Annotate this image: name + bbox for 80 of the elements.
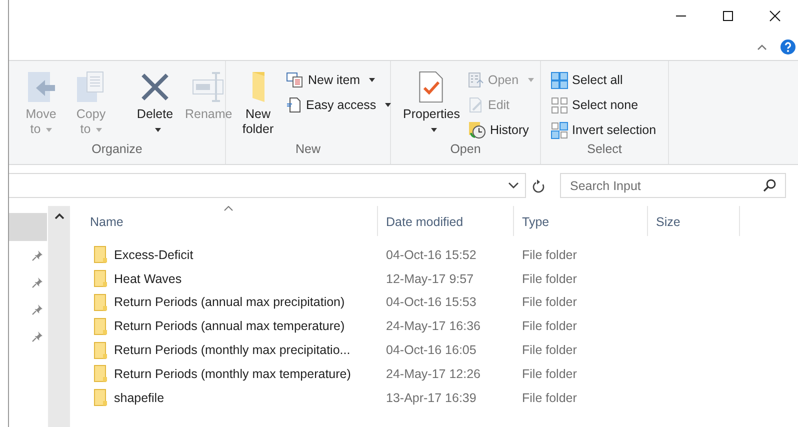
properties-check-icon <box>417 71 446 103</box>
group-label: Organize <box>90 142 144 158</box>
type-text: File folder <box>522 272 577 286</box>
file-name[interactable]: Return Periods (monthly max temperature) <box>114 366 351 381</box>
edit-page-icon <box>468 97 484 113</box>
ribbon-button[interactable]: Delete <box>133 69 177 139</box>
folder-icon <box>252 71 264 103</box>
folder-icon <box>94 389 108 406</box>
ribbon-button[interactable]: Easy access <box>286 94 392 116</box>
type-text: File folder <box>522 343 577 358</box>
ribbon-button[interactable]: Select none <box>551 94 656 116</box>
maximize-icon[interactable] <box>722 10 734 22</box>
caret-icon <box>369 78 376 82</box>
column-header[interactable]: Name <box>70 206 378 236</box>
caret-icon <box>385 103 392 107</box>
folder-icon <box>94 318 108 335</box>
file-name[interactable]: Heat Waves <box>114 272 182 286</box>
invert-grid-icon <box>551 122 568 138</box>
ribbon-button[interactable]: Invert selection <box>551 119 656 141</box>
folder-icon <box>94 294 108 311</box>
ribbon-button[interactable]: New item <box>286 69 392 91</box>
open-list-icon <box>468 72 484 88</box>
group-label: New <box>294 142 322 158</box>
file-name[interactable]: Return Periods (annual max precipitation) <box>114 295 345 310</box>
column-header[interactable]: Date modified <box>378 206 514 236</box>
folder-icon <box>94 246 108 264</box>
folder-icon <box>94 270 108 288</box>
date-text: 24-May-17 16:36 <box>386 319 481 334</box>
date-text: 04-Oct-16 15:53 <box>386 295 476 310</box>
file-name[interactable]: Return Periods (monthly max precipitatio... <box>114 343 350 358</box>
folder-icon <box>94 365 108 382</box>
column-header[interactable]: Type <box>514 206 648 236</box>
date-text: 04-Oct-16 15:52 <box>386 248 476 262</box>
type-text: File folder <box>522 366 577 381</box>
chevron-down-icon[interactable] <box>508 182 519 189</box>
caret-icon <box>528 78 534 82</box>
grid-icon <box>551 72 568 88</box>
refresh-icon[interactable] <box>532 178 544 192</box>
search-field[interactable]: Search Input <box>560 173 786 198</box>
pin-icon[interactable] <box>32 304 43 315</box>
help-icon[interactable] <box>780 39 796 55</box>
page-icon <box>286 97 302 113</box>
group-label: Select <box>586 142 623 158</box>
file-name[interactable]: shapefile <box>114 390 164 405</box>
scrollbar[interactable] <box>47 206 70 427</box>
move-arrow-icon <box>25 71 57 103</box>
close-icon[interactable] <box>768 10 780 22</box>
file-name[interactable]: Return Periods (annual max temperature) <box>114 319 345 334</box>
date-text: 04-Oct-16 16:05 <box>386 343 476 358</box>
caret-icon <box>46 128 52 132</box>
pin-icon[interactable] <box>32 331 43 342</box>
caret-icon <box>430 128 437 132</box>
ribbon-button[interactable]: Select all <box>551 69 656 91</box>
scroll-up-icon[interactable] <box>54 213 64 219</box>
collapse-ribbon-icon[interactable] <box>757 44 767 50</box>
ribbon-button[interactable]: New folder <box>236 69 280 139</box>
type-text: File folder <box>522 319 577 334</box>
delete-x-icon <box>139 71 171 103</box>
address-field[interactable] <box>9 173 526 198</box>
caret-icon <box>154 128 160 132</box>
type-text: File folder <box>522 248 577 262</box>
date-text: 12-May-17 9:57 <box>386 272 474 286</box>
type-text: File folder <box>522 295 577 310</box>
group-label: Open <box>449 142 482 158</box>
caret-icon <box>96 128 102 132</box>
folder-icon <box>94 342 108 359</box>
pin-icon[interactable] <box>32 277 43 288</box>
ribbon-button[interactable]: Properties <box>401 69 462 139</box>
search-icon <box>763 179 776 192</box>
grid-outline-icon <box>551 96 568 114</box>
file-name[interactable]: Excess-Deficit <box>114 248 194 262</box>
history-clock-icon <box>468 121 486 139</box>
date-text: 13-Apr-17 16:39 <box>386 390 476 405</box>
date-text: 24-May-17 12:26 <box>386 366 481 381</box>
pin-icon[interactable] <box>32 250 43 261</box>
new-item-icon <box>286 72 304 88</box>
rename-field-icon <box>192 71 226 103</box>
column-header[interactable]: Size <box>648 206 740 236</box>
type-text: File folder <box>522 390 577 405</box>
ribbon-button[interactable]: History <box>468 119 534 141</box>
